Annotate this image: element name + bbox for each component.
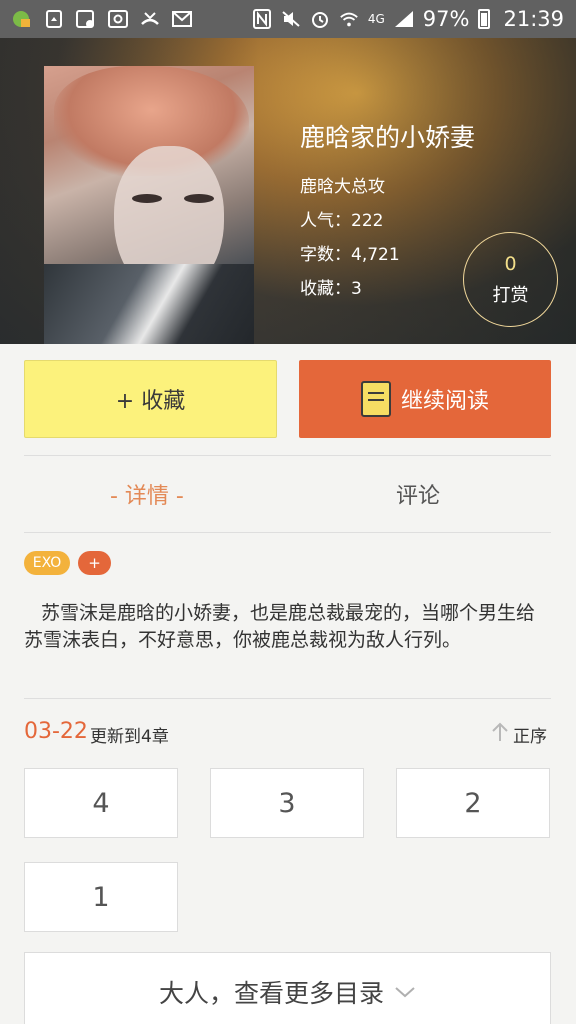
chapter-button[interactable]: 2 xyxy=(396,768,550,838)
book-header: 鹿晗家的小娇妻 鹿晗大总攻 人气：222 字数：4,721 收藏：3 0 打赏 xyxy=(0,38,576,344)
update-status: 更新到4章 xyxy=(90,727,169,747)
add-tag-button[interactable]: + xyxy=(78,551,111,575)
screen-icon xyxy=(76,10,96,28)
chapter-button[interactable]: 4 xyxy=(24,768,178,838)
book-title: 鹿晗家的小娇妻 xyxy=(300,123,476,152)
update-date: 03-22 xyxy=(24,719,88,744)
chapter-button[interactable]: 1 xyxy=(24,862,178,932)
arrow-up-icon xyxy=(491,722,509,747)
add-favorite-label: + 收藏 xyxy=(115,389,186,414)
book-popularity: 人气：222 xyxy=(300,211,384,231)
missed-call-icon xyxy=(140,10,160,28)
clock: 21:39 xyxy=(503,7,564,31)
book-author[interactable]: 鹿晗大总攻 xyxy=(300,170,475,204)
divider xyxy=(24,698,551,699)
view-more-label: 大人，查看更多目录 xyxy=(158,979,384,1008)
at-icon xyxy=(108,10,128,28)
mute-icon xyxy=(281,10,301,28)
book-favorites: 收藏：3 xyxy=(300,279,362,299)
book-cover-image xyxy=(44,66,254,344)
network-type: 4G xyxy=(367,12,385,26)
wifi-icon xyxy=(339,10,359,28)
add-favorite-button[interactable]: + 收藏 xyxy=(24,360,277,438)
battery-percent: 97% xyxy=(422,7,470,31)
sort-toggle[interactable]: 正序 xyxy=(491,722,547,747)
sort-label: 正序 xyxy=(513,727,547,747)
mail-icon xyxy=(172,10,192,28)
tab-detail[interactable]: - 详情 - xyxy=(110,478,184,510)
signal-icon xyxy=(394,10,414,28)
chevron-down-icon xyxy=(394,980,416,1004)
continue-reading-button[interactable]: 继续阅读 xyxy=(299,360,551,438)
book-word-count: 字数：4,721 xyxy=(300,245,400,265)
reward-button[interactable]: 0 打赏 xyxy=(463,232,558,327)
nfc-icon xyxy=(252,9,272,29)
app-icon xyxy=(12,10,32,28)
divider xyxy=(24,455,551,456)
view-more-catalog-button[interactable]: 大人，查看更多目录 xyxy=(24,952,551,1024)
book-description: 苏雪沫是鹿晗的小娇妻，也是鹿总裁最宠的，当哪个男生给苏雪沫表白，不好意思，你被鹿… xyxy=(24,602,536,651)
tag-exo[interactable]: EXO xyxy=(24,551,70,575)
chapter-button[interactable]: 3 xyxy=(210,768,364,838)
book-icon xyxy=(360,381,391,417)
book-info: 鹿晗家的小娇妻 鹿晗大总攻 人气：222 字数：4,721 收藏：3 xyxy=(300,118,475,306)
status-bar: 4G 97% 21:39 xyxy=(0,0,576,38)
reward-count: 0 xyxy=(504,253,517,275)
recycle-icon xyxy=(44,10,64,28)
divider xyxy=(24,532,551,533)
continue-reading-label: 继续阅读 xyxy=(400,389,489,414)
alarm-icon xyxy=(310,10,330,28)
reward-label: 打赏 xyxy=(492,285,529,306)
battery-icon xyxy=(478,9,491,29)
tab-comments[interactable]: 评论 xyxy=(396,478,440,510)
